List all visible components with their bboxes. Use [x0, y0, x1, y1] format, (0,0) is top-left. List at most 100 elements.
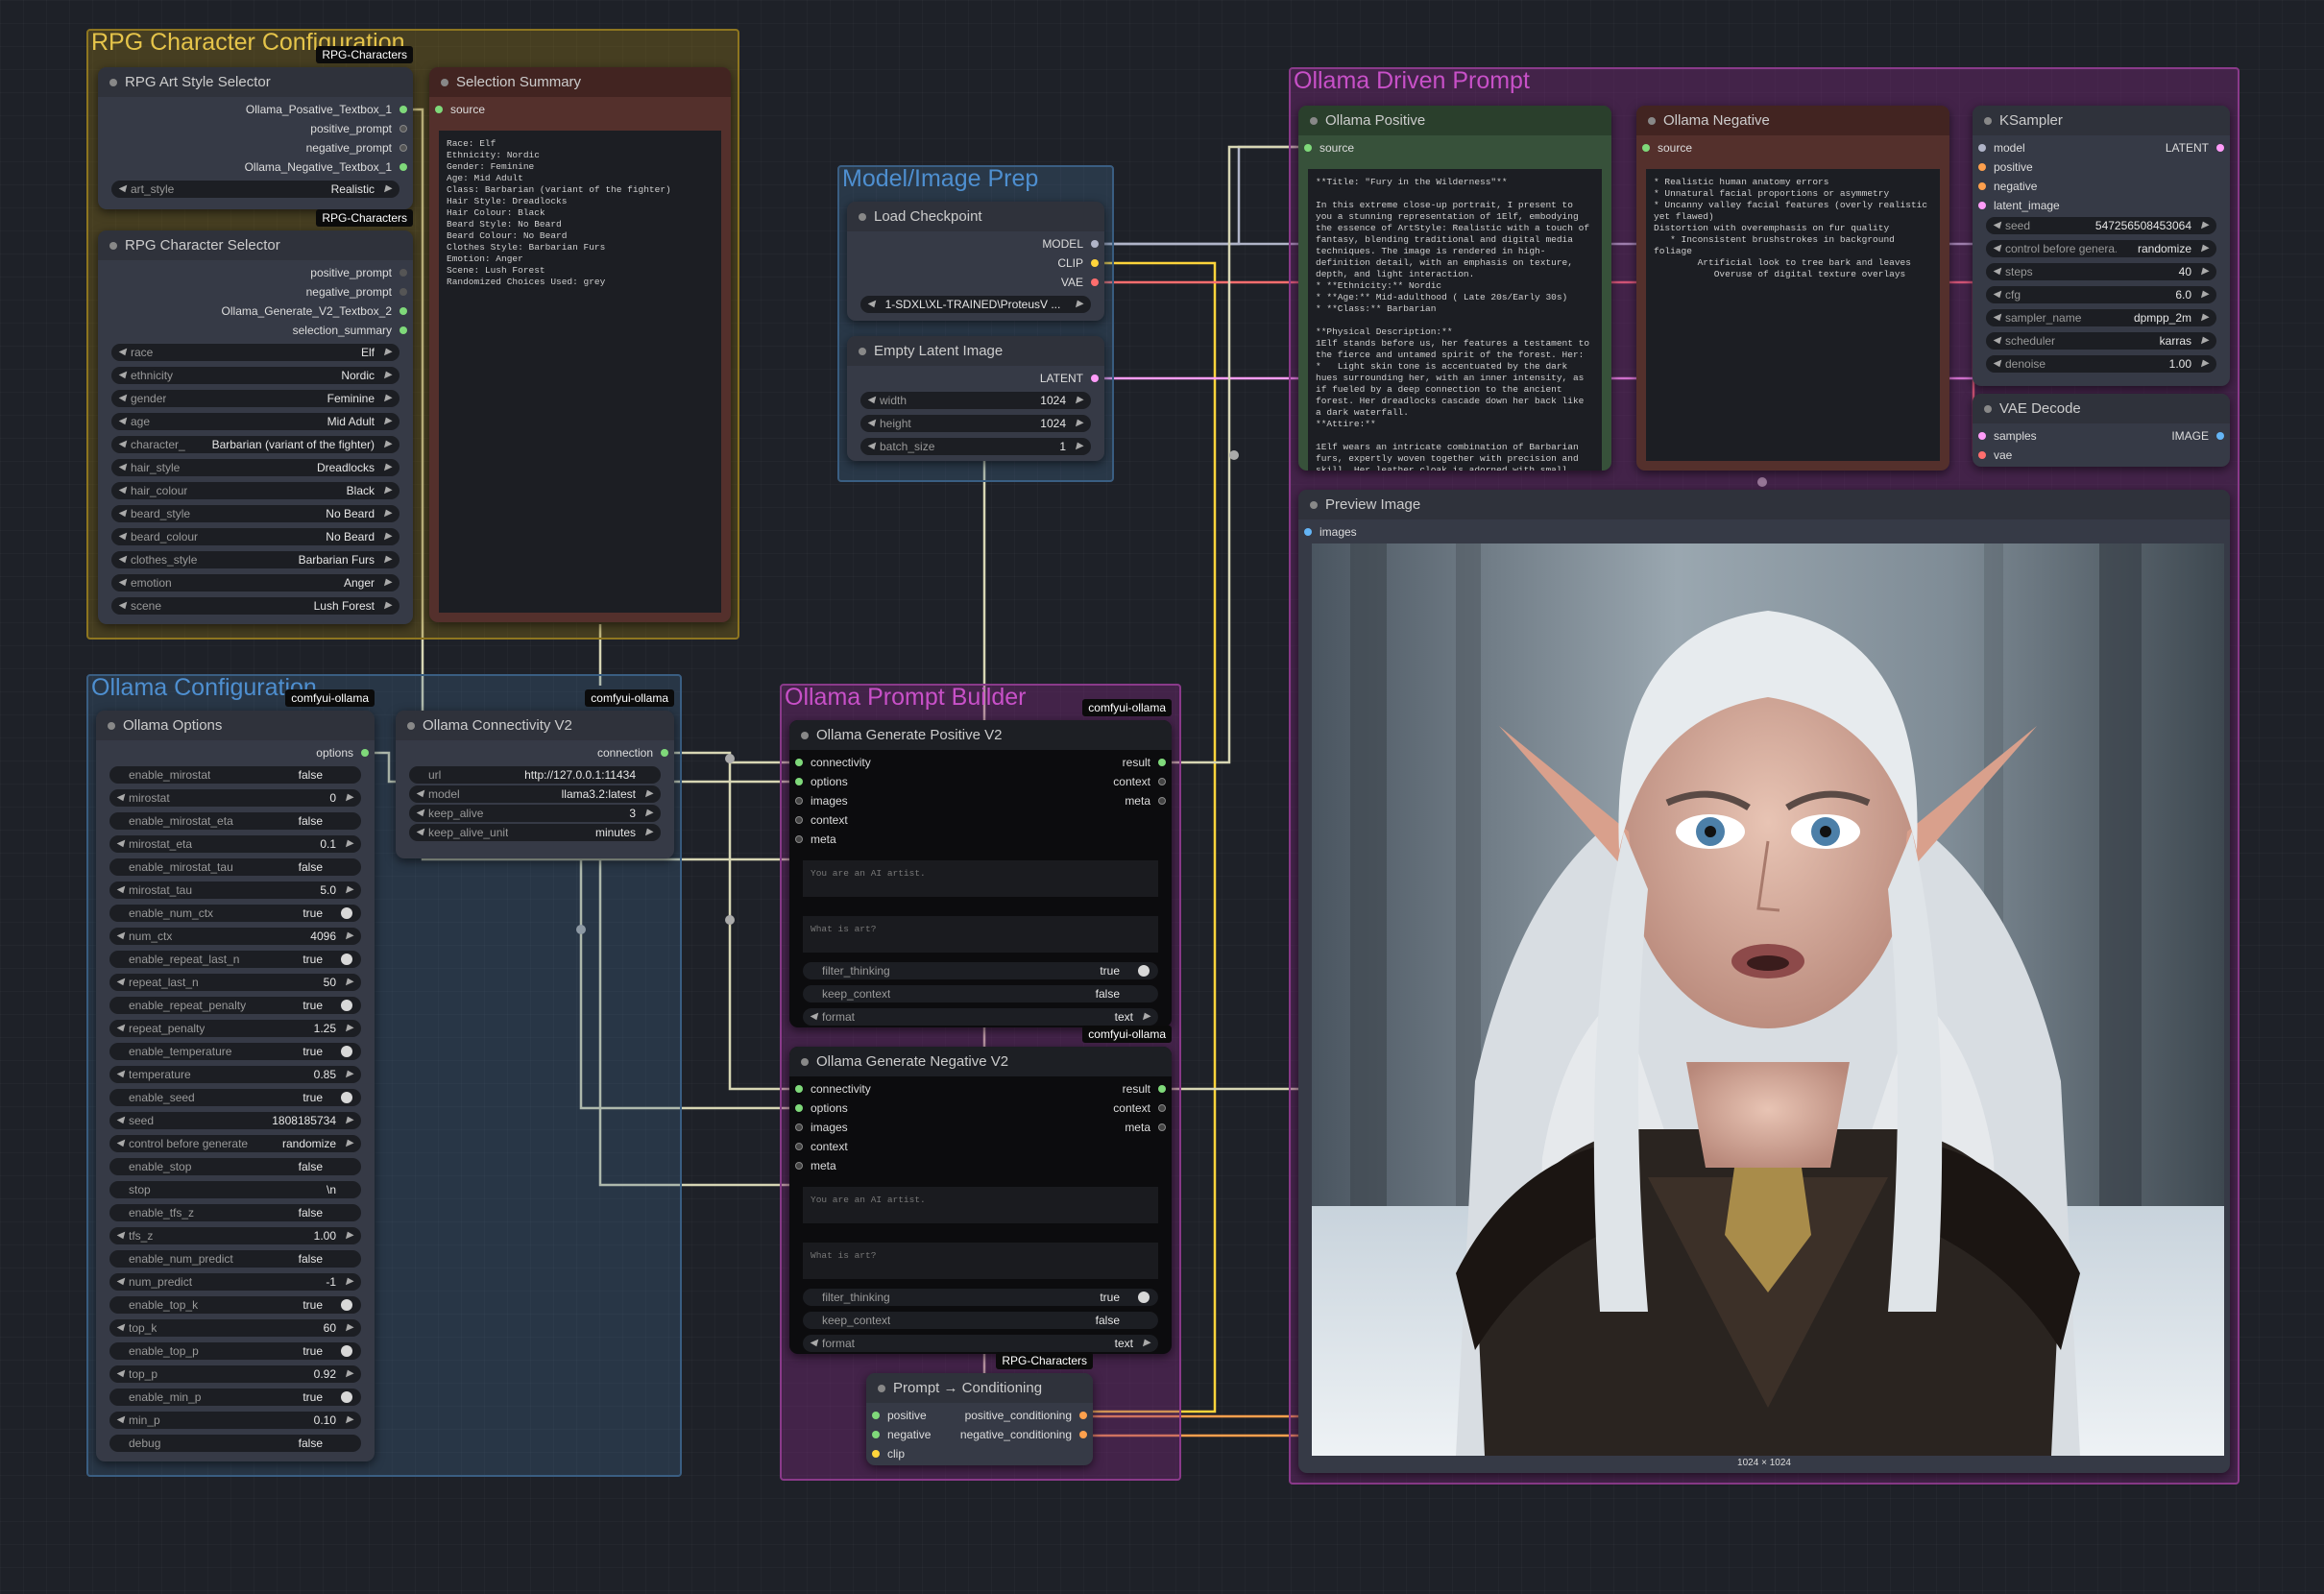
widget-scene[interactable]: ◀ scene Lush Forest ▶ [111, 597, 399, 615]
input-dot[interactable] [1304, 528, 1312, 536]
summary-text[interactable]: Race: Elf Ethnicity: Nordic Gender: Femi… [439, 131, 721, 613]
arrow-right-icon[interactable]: ▶ [1143, 1335, 1150, 1352]
output-latent[interactable]: LATENT [2115, 138, 2230, 157]
arrow-left-icon[interactable]: ◀ [118, 551, 126, 568]
widget-top-k[interactable]: ◀ top_k 60 ▶ [109, 1319, 361, 1337]
output-dot[interactable] [399, 269, 407, 277]
input-dot[interactable] [795, 1085, 803, 1093]
output-result[interactable]: result [1056, 1079, 1172, 1099]
widget-enable-temperature[interactable]: enable_temperature true [109, 1043, 361, 1060]
widget-enable-top-k[interactable]: enable_top_k true [109, 1296, 361, 1314]
arrow-left-icon[interactable]: ◀ [116, 1112, 124, 1129]
arrow-right-icon[interactable]: ▶ [346, 1066, 353, 1083]
arrow-left-icon[interactable]: ◀ [116, 1135, 124, 1152]
system-prompt-field[interactable]: You are an AI artist. [803, 1187, 1158, 1223]
input-source[interactable]: source [1298, 138, 1611, 157]
arrow-left-icon[interactable]: ◀ [1993, 355, 2000, 373]
arrow-left-icon[interactable]: ◀ [810, 1335, 817, 1352]
widget-seed[interactable]: ◀ seed 1808185734 ▶ [109, 1112, 361, 1129]
output-meta[interactable]: meta [1056, 791, 1172, 810]
widget-enable-repeat-penalty[interactable]: enable_repeat_penalty true [109, 997, 361, 1014]
node-ollama-options[interactable]: comfyui-ollama Ollama Options options en… [96, 689, 375, 1461]
toggle-knob-icon[interactable] [341, 1391, 352, 1403]
widget-emotion[interactable]: ◀ emotion Anger ▶ [111, 574, 399, 592]
widget-enable-seed[interactable]: enable_seed true [109, 1089, 361, 1106]
output-dot[interactable] [399, 288, 407, 296]
output-negative-prompt[interactable]: negative_prompt [98, 138, 413, 157]
output-ollama-generate-v2-textbox-2[interactable]: Ollama_Generate_V2_Textbox_2 [98, 302, 413, 321]
input-dot[interactable] [1304, 144, 1312, 152]
widget-enable-repeat-last-n[interactable]: enable_repeat_last_n true [109, 951, 361, 968]
widget-mirostat-eta[interactable]: ◀ mirostat_eta 0.1 ▶ [109, 835, 361, 853]
output-dot[interactable] [1091, 278, 1099, 286]
output-result[interactable]: result [1056, 753, 1172, 772]
widget-character-[interactable]: ◀ character_ Barbarian (variant of the fig… [111, 436, 399, 453]
output-dot[interactable] [399, 125, 407, 133]
toggle-knob-icon[interactable] [341, 954, 352, 965]
arrow-left-icon[interactable]: ◀ [1993, 332, 2000, 350]
output-selection-summary[interactable]: selection_summary [98, 321, 413, 340]
input-dot[interactable] [872, 1412, 880, 1419]
arrow-right-icon[interactable]: ▶ [2201, 286, 2209, 303]
arrow-left-icon[interactable]: ◀ [118, 436, 126, 453]
arrow-right-icon[interactable]: ▶ [384, 505, 392, 522]
input-dot[interactable] [795, 816, 803, 824]
widget-format[interactable]: ◀ format text ▶ [803, 1335, 1158, 1352]
toggle-knob-icon[interactable] [1138, 988, 1150, 1000]
input-clip[interactable]: clip [866, 1444, 1093, 1463]
output-options[interactable]: options [96, 743, 375, 762]
toggle-knob-icon[interactable] [341, 1092, 352, 1103]
arrow-left-icon[interactable]: ◀ [116, 928, 124, 945]
input-dot[interactable] [872, 1431, 880, 1438]
input-vae[interactable]: vae [1973, 446, 2230, 465]
arrow-right-icon[interactable]: ▶ [2201, 217, 2209, 234]
arrow-right-icon[interactable]: ▶ [1076, 296, 1083, 313]
arrow-right-icon[interactable]: ▶ [384, 390, 392, 407]
output-positive-prompt[interactable]: positive_prompt [98, 263, 413, 282]
widget-format[interactable]: ◀ format text ▶ [803, 1008, 1158, 1026]
input-meta[interactable]: meta [789, 830, 1172, 849]
arrow-right-icon[interactable]: ▶ [346, 1412, 353, 1429]
toggle-knob-icon[interactable] [341, 1253, 352, 1265]
widget-temperature[interactable]: ◀ temperature 0.85 ▶ [109, 1066, 361, 1083]
arrow-right-icon[interactable]: ▶ [1076, 392, 1083, 409]
arrow-right-icon[interactable]: ▶ [1076, 415, 1083, 432]
arrow-left-icon[interactable]: ◀ [116, 882, 124, 899]
arrow-right-icon[interactable]: ▶ [346, 1319, 353, 1337]
arrow-left-icon[interactable]: ◀ [1993, 286, 2000, 303]
arrow-left-icon[interactable]: ◀ [416, 824, 424, 841]
system-prompt-field[interactable]: You are an AI artist. [803, 860, 1158, 897]
widget-repeat-last-n[interactable]: ◀ repeat_last_n 50 ▶ [109, 974, 361, 991]
widget-num-predict[interactable]: ◀ num_predict -1 ▶ [109, 1273, 361, 1291]
output-positive-conditioning[interactable]: positive_conditioning [949, 1406, 1093, 1425]
output-dot[interactable] [399, 144, 407, 152]
input-dot[interactable] [795, 1143, 803, 1150]
output-vae[interactable]: VAE [847, 273, 1104, 292]
arrow-right-icon[interactable]: ▶ [645, 785, 653, 803]
arrow-left-icon[interactable]: ◀ [116, 1412, 124, 1429]
input-dot[interactable] [1978, 144, 1986, 152]
input-dot[interactable] [1978, 163, 1986, 171]
arrow-right-icon[interactable]: ▶ [2201, 355, 2209, 373]
input-negative[interactable]: negative [1973, 177, 2230, 196]
widget-enable-mirostat-eta[interactable]: enable_mirostat_eta false [109, 812, 361, 830]
toggle-knob-icon[interactable] [341, 1046, 352, 1057]
toggle-knob-icon[interactable] [341, 1299, 352, 1311]
output-negative-conditioning[interactable]: negative_conditioning [949, 1425, 1093, 1444]
output-dot[interactable] [361, 749, 369, 757]
widget-clothes-style[interactable]: ◀ clothes_style Barbarian Furs ▶ [111, 551, 399, 568]
input-positive[interactable]: positive [1973, 157, 2230, 177]
arrow-left-icon[interactable]: ◀ [867, 296, 875, 313]
arrow-right-icon[interactable]: ▶ [346, 789, 353, 807]
output-dot[interactable] [399, 106, 407, 113]
arrow-left-icon[interactable]: ◀ [1993, 240, 2000, 257]
arrow-right-icon[interactable]: ▶ [384, 344, 392, 361]
widget-min-p[interactable]: ◀ min_p 0.10 ▶ [109, 1412, 361, 1429]
arrow-left-icon[interactable]: ◀ [118, 344, 126, 361]
input-dot[interactable] [1978, 202, 1986, 209]
arrow-right-icon[interactable]: ▶ [645, 824, 653, 841]
arrow-left-icon[interactable]: ◀ [118, 574, 126, 592]
widget-tfs-z[interactable]: ◀ tfs_z 1.00 ▶ [109, 1227, 361, 1244]
output-dot[interactable] [661, 749, 668, 757]
widget-num-ctx[interactable]: ◀ num_ctx 4096 ▶ [109, 928, 361, 945]
